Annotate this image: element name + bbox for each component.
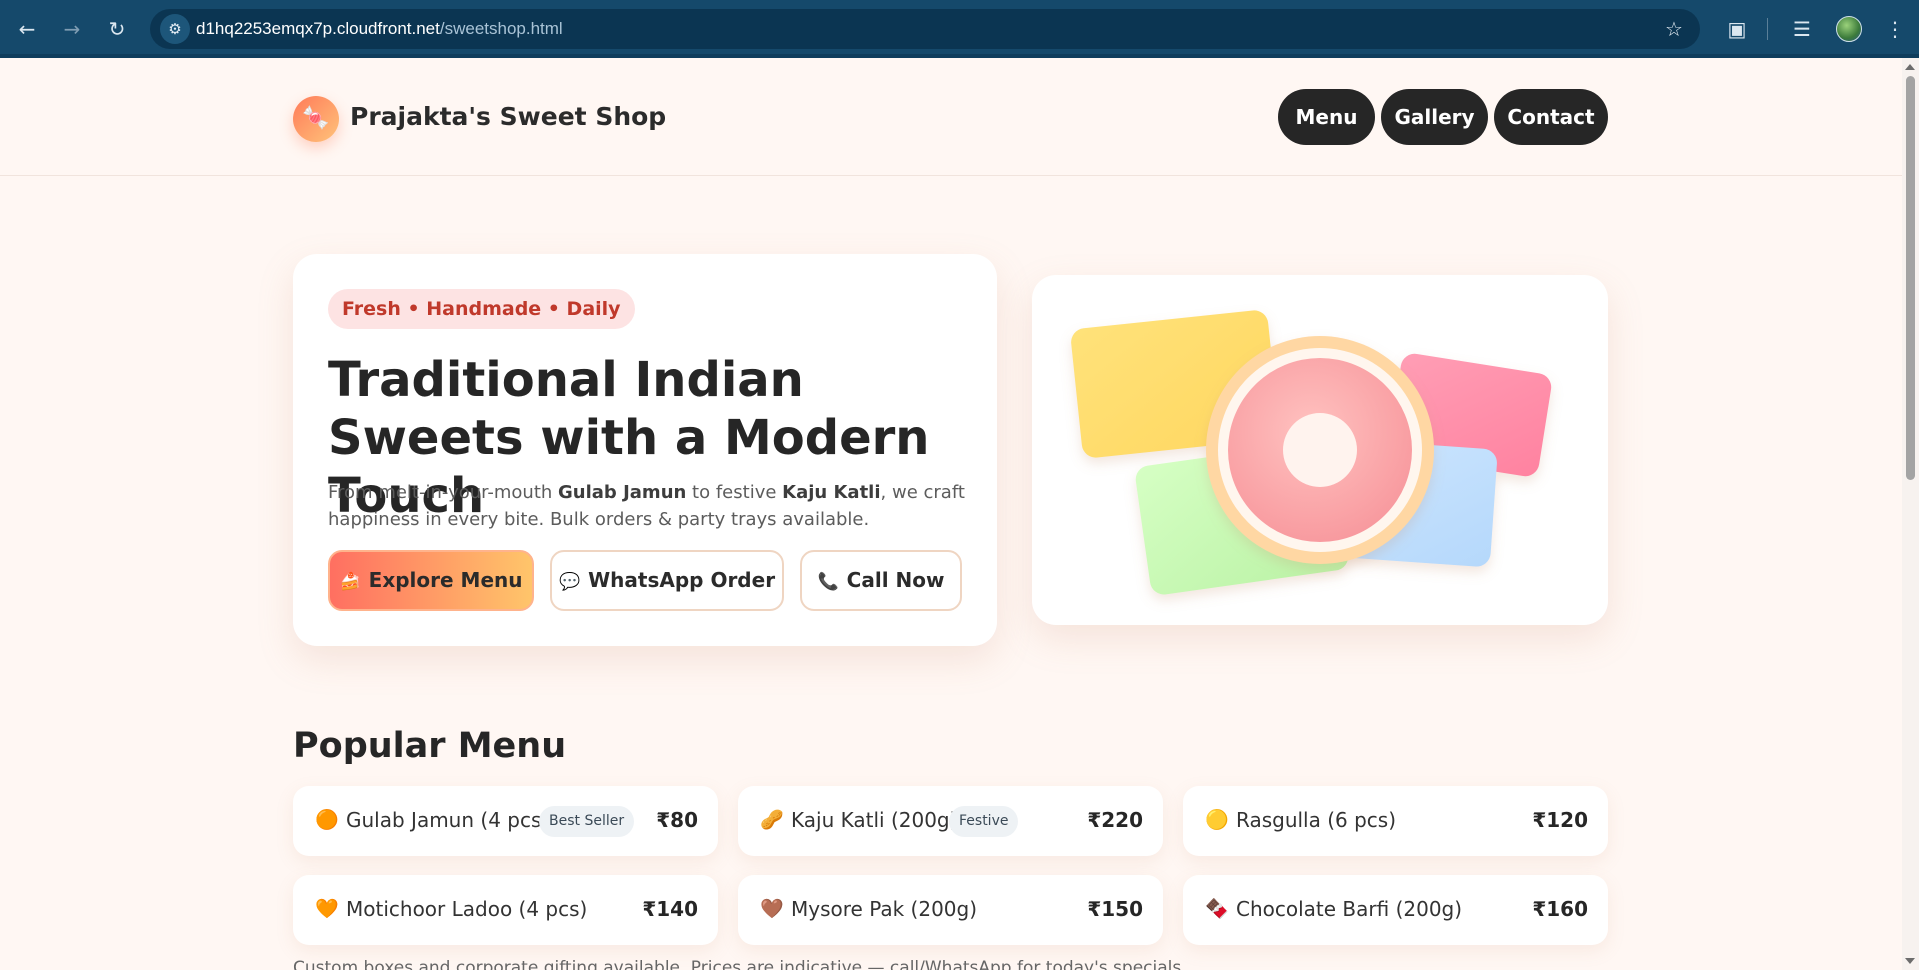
menu-item-badge: Festive	[949, 806, 1019, 837]
menu-item-card[interactable]: 🟠 Gulab Jamun (4 pcs) Best Seller ₹80	[293, 786, 718, 856]
media-controls-icon[interactable]: ☰	[1787, 14, 1817, 44]
tagline-pill: Fresh • Handmade • Daily	[328, 289, 635, 329]
brand-name[interactable]: Prajakta's Sweet Shop	[350, 102, 666, 131]
extensions-icon[interactable]: ▣	[1722, 14, 1752, 44]
menu-item-card[interactable]: 🧡 Motichoor Ladoo (4 pcs) ₹140	[293, 875, 718, 945]
orange-heart-icon: 🧡	[315, 898, 339, 920]
menu-item-price: ₹120	[1532, 808, 1588, 832]
menu-item-name: Gulab Jamun (4 pcs)	[346, 808, 550, 832]
menu-item-badge: Best Seller	[539, 806, 635, 837]
hero-description: From melt-in-your-mouth Gulab Jamun to f…	[328, 482, 965, 530]
gulab-jamun-icon: 🟠	[315, 809, 339, 831]
hero-card: Fresh • Handmade • Daily Traditional Ind…	[293, 254, 997, 646]
sweets-illustration-graphic	[1071, 310, 1552, 595]
hero-illustration	[1032, 275, 1608, 625]
menu-item-price: ₹150	[1087, 897, 1143, 921]
menu-item-name: Kaju Katli (200g)	[791, 808, 958, 832]
candy-logo-icon: 🍬	[293, 96, 339, 142]
explore-menu-button[interactable]: 🍰 Explore Menu	[328, 550, 534, 611]
menu-item-price: ₹140	[642, 897, 698, 921]
rasgulla-icon: 🟡	[1205, 809, 1229, 831]
toolbar-divider	[1767, 18, 1768, 40]
menu-item-name: Mysore Pak (200g)	[791, 897, 978, 921]
brown-heart-icon: 🤎	[760, 898, 784, 920]
menu-item-price: ₹80	[656, 808, 698, 832]
profile-avatar[interactable]	[1836, 16, 1862, 42]
page-scrollbar[interactable]	[1902, 58, 1919, 970]
cake-icon: 🍰	[339, 572, 361, 592]
menu-item-name: Motichoor Ladoo (4 pcs)	[346, 897, 588, 921]
nav-menu-button[interactable]: Menu	[1278, 89, 1375, 145]
whatsapp-order-button[interactable]: 💬 WhatsApp Order	[550, 550, 784, 611]
donut-hole	[1283, 413, 1357, 487]
more-menu-icon[interactable]: ⋮	[1880, 14, 1910, 44]
popular-menu-title: Popular Menu	[293, 726, 567, 766]
menu-item-name: Chocolate Barfi (200g)	[1236, 897, 1463, 921]
menu-item-card[interactable]: 🤎 Mysore Pak (200g) ₹150	[738, 875, 1163, 945]
browser-toolbar: ← → ↻ ⚙ d1hq2253emqx7p.cloudfront.net/sw…	[0, 0, 1919, 58]
address-bar[interactable]: ⚙ d1hq2253emqx7p.cloudfront.net/sweetsho…	[150, 9, 1700, 49]
site-settings-icon[interactable]: ⚙	[160, 14, 190, 44]
url-text[interactable]: d1hq2253emqx7p.cloudfront.net/sweetshop.…	[196, 19, 563, 39]
back-icon[interactable]: ←	[12, 14, 42, 44]
menu-item-price: ₹220	[1087, 808, 1143, 832]
reload-icon[interactable]: ↻	[102, 14, 132, 44]
menu-item-card[interactable]: 🍫 Chocolate Barfi (200g) ₹160	[1183, 875, 1608, 945]
bookmark-star-icon[interactable]: ☆	[1660, 15, 1688, 43]
peanut-icon: 🥜	[760, 809, 784, 831]
scroll-up-arrow-icon[interactable]	[1905, 64, 1915, 70]
menu-item-card[interactable]: 🥜 Kaju Katli (200g) Festive ₹220	[738, 786, 1163, 856]
chat-bubble-icon: 💬	[558, 572, 581, 592]
forward-icon[interactable]: →	[57, 14, 87, 44]
site-header: 🍬 Prajakta's Sweet Shop Menu Gallery Con…	[0, 58, 1902, 176]
phone-icon: 📞	[817, 572, 839, 592]
nav-contact-button[interactable]: Contact	[1494, 89, 1608, 145]
scrollbar-thumb[interactable]	[1906, 76, 1915, 480]
menu-footnote: Custom boxes and corporate gifting avail…	[293, 958, 1187, 970]
chocolate-bar-icon: 🍫	[1205, 898, 1229, 920]
menu-item-price: ₹160	[1532, 897, 1588, 921]
menu-item-name: Rasgulla (6 pcs)	[1236, 808, 1397, 832]
menu-item-card[interactable]: 🟡 Rasgulla (6 pcs) ₹120	[1183, 786, 1608, 856]
scroll-down-arrow-icon[interactable]	[1905, 958, 1915, 964]
call-now-button[interactable]: 📞 Call Now	[800, 550, 962, 611]
nav-gallery-button[interactable]: Gallery	[1381, 89, 1488, 145]
